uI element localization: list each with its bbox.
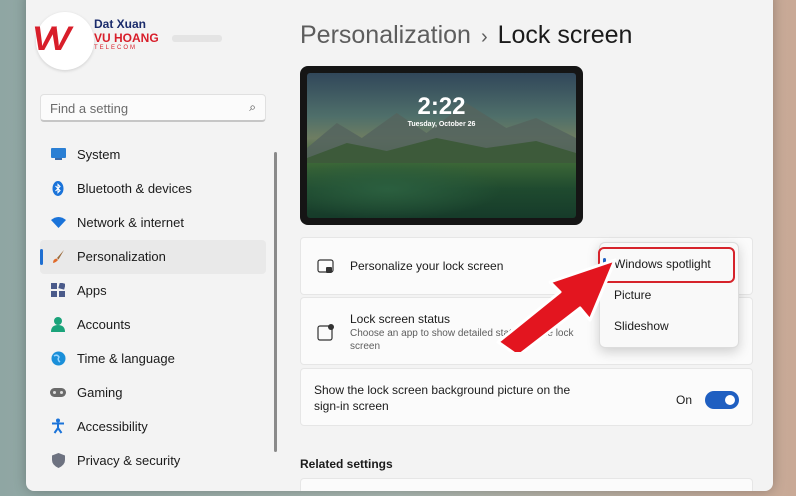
breadcrumb-separator: ›: [480, 26, 488, 48]
search-input[interactable]: Find a setting ⌕: [40, 94, 266, 122]
signin-title: Show the lock screen background picture …: [314, 383, 571, 413]
accessibility-icon: [50, 418, 66, 434]
shield-icon: [50, 452, 66, 468]
signin-toggle[interactable]: [705, 391, 739, 409]
status-app-icon: [317, 323, 335, 341]
sidebar-item-network[interactable]: Network & internet: [40, 206, 266, 240]
related-settings-heading: Related settings: [300, 457, 393, 471]
monitor-icon: [50, 146, 66, 162]
sidebar-item-label: Privacy & security: [77, 453, 181, 468]
sidebar-item-label: Bluetooth & devices: [77, 181, 192, 196]
sidebar-item-gaming[interactable]: Gaming: [40, 376, 266, 410]
sidebar-item-label: Accessibility: [77, 419, 148, 434]
sidebar-item-apps[interactable]: Apps: [40, 274, 266, 308]
brush-icon: [50, 248, 66, 264]
sidebar-item-label: System: [77, 147, 121, 162]
search-placeholder: Find a setting: [50, 101, 129, 116]
sidebar-scrollbar[interactable]: [274, 152, 277, 452]
bluetooth-icon: [50, 180, 66, 196]
preview-image: 2:22 Tuesday, October 26: [307, 73, 576, 218]
sidebar-item-system[interactable]: System: [40, 138, 266, 172]
sidebar-item-privacy[interactable]: Privacy & security: [40, 444, 266, 478]
related-settings-card[interactable]: [300, 478, 753, 491]
sidebar-item-label: Network & internet: [77, 215, 184, 230]
logo-brand: VU HOANG: [94, 31, 159, 45]
logo-subtitle: TELECOM: [94, 45, 138, 51]
sidebar-item-time-language[interactable]: Time & language: [40, 342, 266, 376]
sidebar-item-label: Time & language: [77, 351, 175, 366]
logo-bar: [172, 35, 222, 42]
globe-icon: [50, 350, 66, 366]
search-icon[interactable]: ⌕: [249, 100, 256, 115]
sidebar-nav: System Bluetooth & devices Network & int…: [40, 138, 266, 478]
wifi-icon: [50, 214, 66, 230]
page-title: Lock screen: [497, 21, 633, 49]
sidebar-item-label: Accounts: [77, 317, 131, 332]
logo-name: Dat Xuan: [94, 17, 147, 31]
settings-window: VV Dat Xuan VU HOANG TELECOM Find a sett…: [26, 0, 773, 491]
lock-screen-preview: 2:22 Tuesday, October 26: [300, 66, 583, 225]
sidebar-item-label: Apps: [77, 283, 107, 298]
toggle-state-label: On: [675, 393, 692, 407]
sidebar-item-bluetooth[interactable]: Bluetooth & devices: [40, 172, 266, 206]
breadcrumb: Personalization › Lock screen: [300, 21, 632, 50]
logo-mark: VV: [32, 20, 71, 58]
sidebar-item-accessibility[interactable]: Accessibility: [40, 410, 266, 444]
sidebar-item-personalization[interactable]: Personalization: [40, 240, 266, 274]
sidebar-item-accounts[interactable]: Accounts: [40, 308, 266, 342]
personalize-title: Personalize your lock screen: [350, 259, 504, 273]
user-icon: [50, 316, 66, 332]
signin-background-card: Show the lock screen background picture …: [300, 368, 753, 426]
breadcrumb-parent[interactable]: Personalization: [300, 21, 471, 49]
status-title: Lock screen status: [350, 312, 451, 326]
preview-time: 2:22: [417, 93, 466, 120]
sidebar-item-label: Gaming: [77, 385, 123, 400]
gamepad-icon: [50, 384, 66, 400]
apps-icon: [50, 282, 66, 298]
sidebar-item-label: Personalization: [77, 249, 166, 264]
watermark-logo: VV Dat Xuan VU HOANG TELECOM: [32, 12, 222, 72]
lock-screen-icon: [317, 259, 335, 277]
preview-date: Tuesday, October 26: [407, 121, 476, 128]
annotation-arrow: [496, 258, 617, 352]
